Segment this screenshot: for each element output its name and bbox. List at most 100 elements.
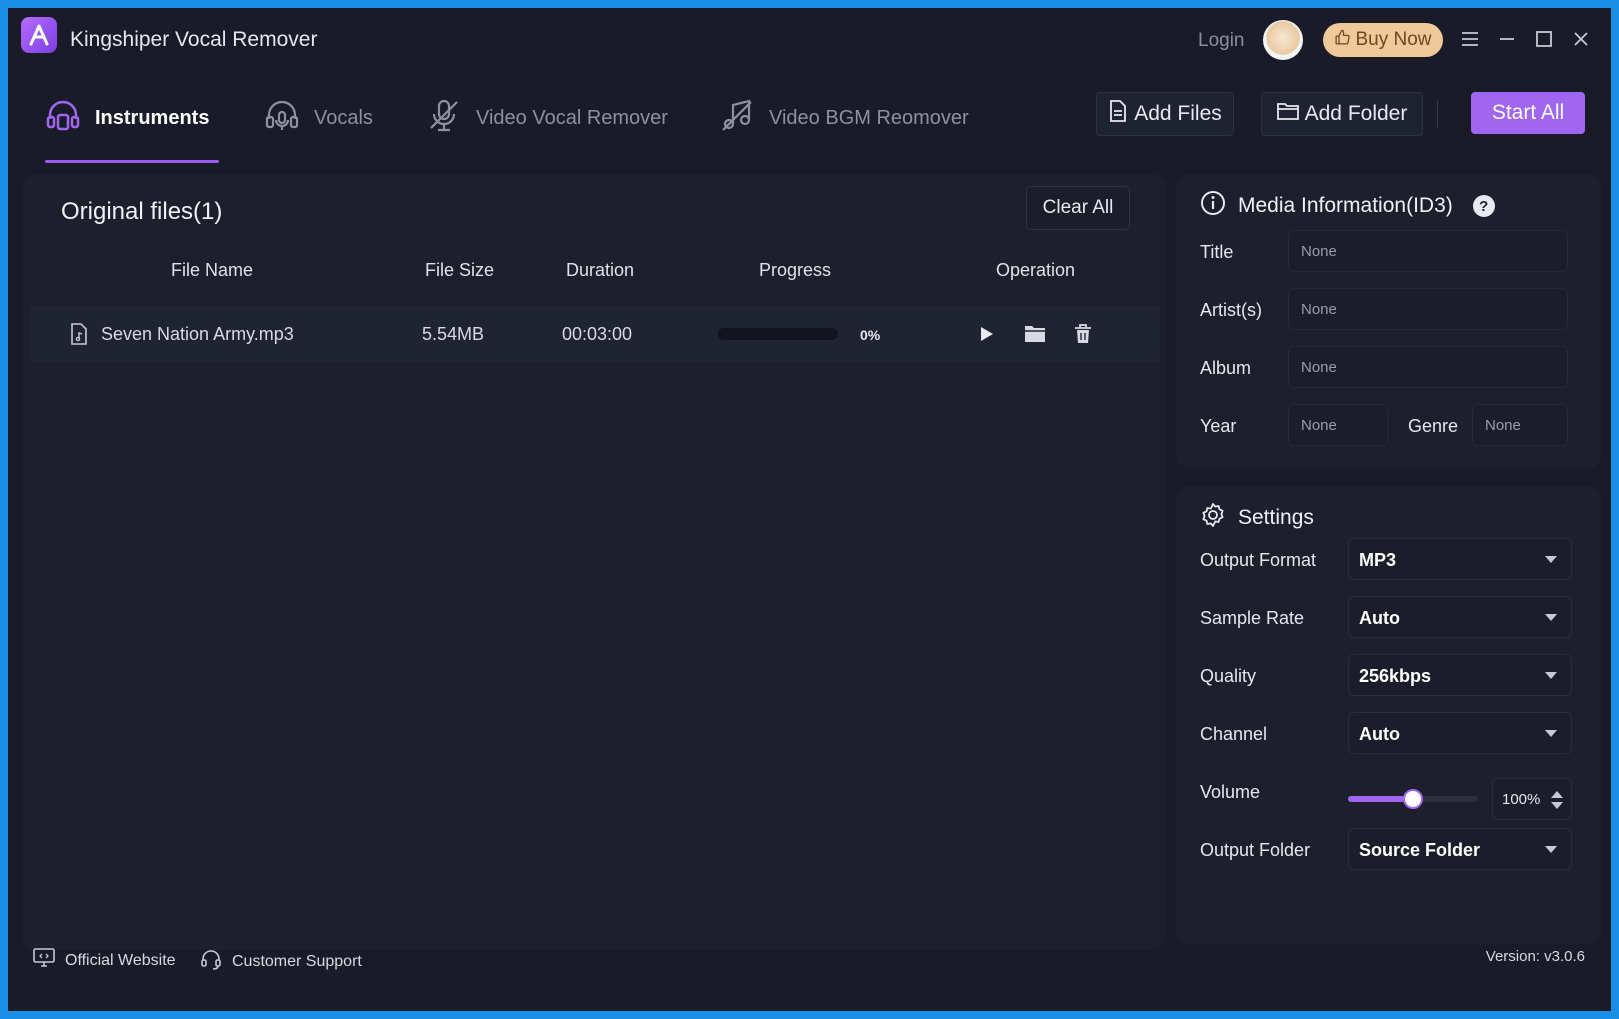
output-folder-label: Output Folder [1200,840,1311,860]
output-folder-select[interactable]: Source Folder [1348,828,1572,870]
tab-video-bgm-remover[interactable]: Video BGM Reomover [719,96,969,140]
help-icon[interactable]: ? [1472,195,1495,217]
headphones-mic-icon [264,97,300,139]
buy-now-button[interactable]: Buy Now [1323,23,1443,57]
avatar[interactable] [1263,20,1303,60]
official-website-link[interactable]: Official Website [33,948,176,973]
output-format-value: MP3 [1359,550,1397,570]
quality-value: 256kbps [1359,666,1432,686]
table-row[interactable]: Seven Nation Army.mp3 5.54MB 00:03:00 0% [30,306,1160,362]
add-folder-button[interactable]: Add Folder [1261,92,1423,136]
media-information-panel: Media Information(ID3) ? Title None Arti… [1176,174,1602,469]
official-website-label: Official Website [65,951,176,969]
settings-header: Settings [1200,502,1314,534]
channel-label: Channel [1200,724,1268,744]
column-header-operation: Operation [996,260,1076,280]
column-header-file-name: File Name [171,260,254,280]
chevron-down-icon [1545,614,1557,621]
quality-select[interactable]: 256kbps [1348,654,1572,696]
stepper-up-icon[interactable] [1551,791,1563,798]
chevron-down-icon [1545,846,1557,853]
title-bar: Kingshiper Vocal Remover Login Buy Now [8,8,1611,60]
album-label: Album [1200,358,1252,378]
original-files-panel: Original files(1) Clear All File Name Fi… [22,174,1166,950]
volume-stepper[interactable]: 100% [1492,778,1572,820]
buy-now-label: Buy Now [1355,29,1432,50]
toolbar-divider [1437,100,1438,128]
tab-instruments-label: Instruments [95,106,210,129]
play-icon[interactable] [974,321,1000,347]
tab-video-bgm-remover-label: Video BGM Reomover [769,106,969,129]
progress-percent: 0% [860,327,881,343]
genre-label: Genre [1408,416,1459,436]
channel-select[interactable]: Auto [1348,712,1572,754]
output-format-select[interactable]: MP3 [1348,538,1572,580]
tab-vocals[interactable]: Vocals [264,96,373,140]
title-field[interactable]: None [1288,230,1568,272]
volume-slider-handle[interactable] [1403,789,1423,809]
media-info-title: Media Information(ID3) [1238,194,1453,217]
volume-label: Volume [1200,782,1261,802]
customer-support-label: Customer Support [232,952,362,970]
tab-instruments[interactable]: Instruments [45,96,209,140]
files-panel-title: Original files(1) [61,198,223,225]
year-label: Year [1200,416,1237,436]
column-header-duration: Duration [566,260,635,280]
start-all-button[interactable]: Start All [1471,92,1585,134]
channel-value: Auto [1359,724,1400,744]
sample-rate-select[interactable]: Auto [1348,596,1572,638]
customer-support-link[interactable]: Customer Support [200,948,362,975]
clear-all-button[interactable]: Clear All [1026,186,1130,230]
media-info-header: Media Information(ID3) ? [1200,190,1495,222]
volume-slider[interactable] [1348,789,1478,809]
monitor-icon [33,948,55,973]
output-format-label: Output Format [1200,550,1317,570]
app-title: Kingshiper Vocal Remover [70,28,318,51]
album-field[interactable]: None [1288,346,1568,388]
gear-icon [1200,502,1226,534]
sample-rate-label: Sample Rate [1200,608,1305,628]
add-file-icon [1108,100,1128,128]
thumbs-up-icon [1334,29,1351,52]
year-field[interactable]: None [1288,404,1388,446]
open-folder-icon[interactable] [1022,321,1048,347]
info-icon [1200,190,1226,222]
add-files-button[interactable]: Add Files [1096,92,1234,136]
genre-field[interactable]: None [1472,404,1568,446]
footer: Official Website Customer Support Versio… [8,938,1611,978]
add-folder-icon [1276,101,1299,127]
volume-value: 100% [1502,791,1541,808]
login-link[interactable]: Login [1198,30,1245,52]
artist-label: Artist(s) [1200,300,1262,320]
maximize-icon[interactable] [1531,26,1557,52]
add-folder-label: Add Folder [1304,102,1408,125]
mic-off-icon [426,97,462,139]
version-label: Version: v3.0.6 [1485,948,1585,965]
settings-title: Settings [1238,506,1314,529]
file-size-cell: 5.54MB [422,324,485,344]
tab-vocals-label: Vocals [314,106,373,129]
delete-icon[interactable] [1070,321,1096,347]
chevron-down-icon [1545,672,1557,679]
stepper-down-icon[interactable] [1551,802,1563,809]
tab-video-vocal-remover-label: Video Vocal Remover [476,106,668,129]
close-icon[interactable] [1568,26,1594,52]
progress-bar [718,328,838,340]
quality-label: Quality [1200,666,1257,686]
settings-panel: Settings Output Format MP3 Sample Rate A… [1176,486,1602,944]
column-header-file-size: File Size [425,260,495,280]
chevron-down-icon [1545,556,1557,563]
music-off-icon [719,97,755,139]
file-name-cell: Seven Nation Army.mp3 [101,324,294,344]
minimize-icon[interactable] [1494,26,1520,52]
duration-cell: 00:03:00 [562,324,633,344]
sample-rate-value: Auto [1359,608,1400,628]
active-tab-indicator [45,160,219,163]
artist-field[interactable]: None [1288,288,1568,330]
tab-video-vocal-remover[interactable]: Video Vocal Remover [426,96,668,140]
menu-icon[interactable] [1457,26,1483,52]
output-folder-value: Source Folder [1359,840,1481,860]
headphones-icon [45,97,81,139]
app-logo-icon [21,17,57,53]
headset-icon [200,948,222,975]
